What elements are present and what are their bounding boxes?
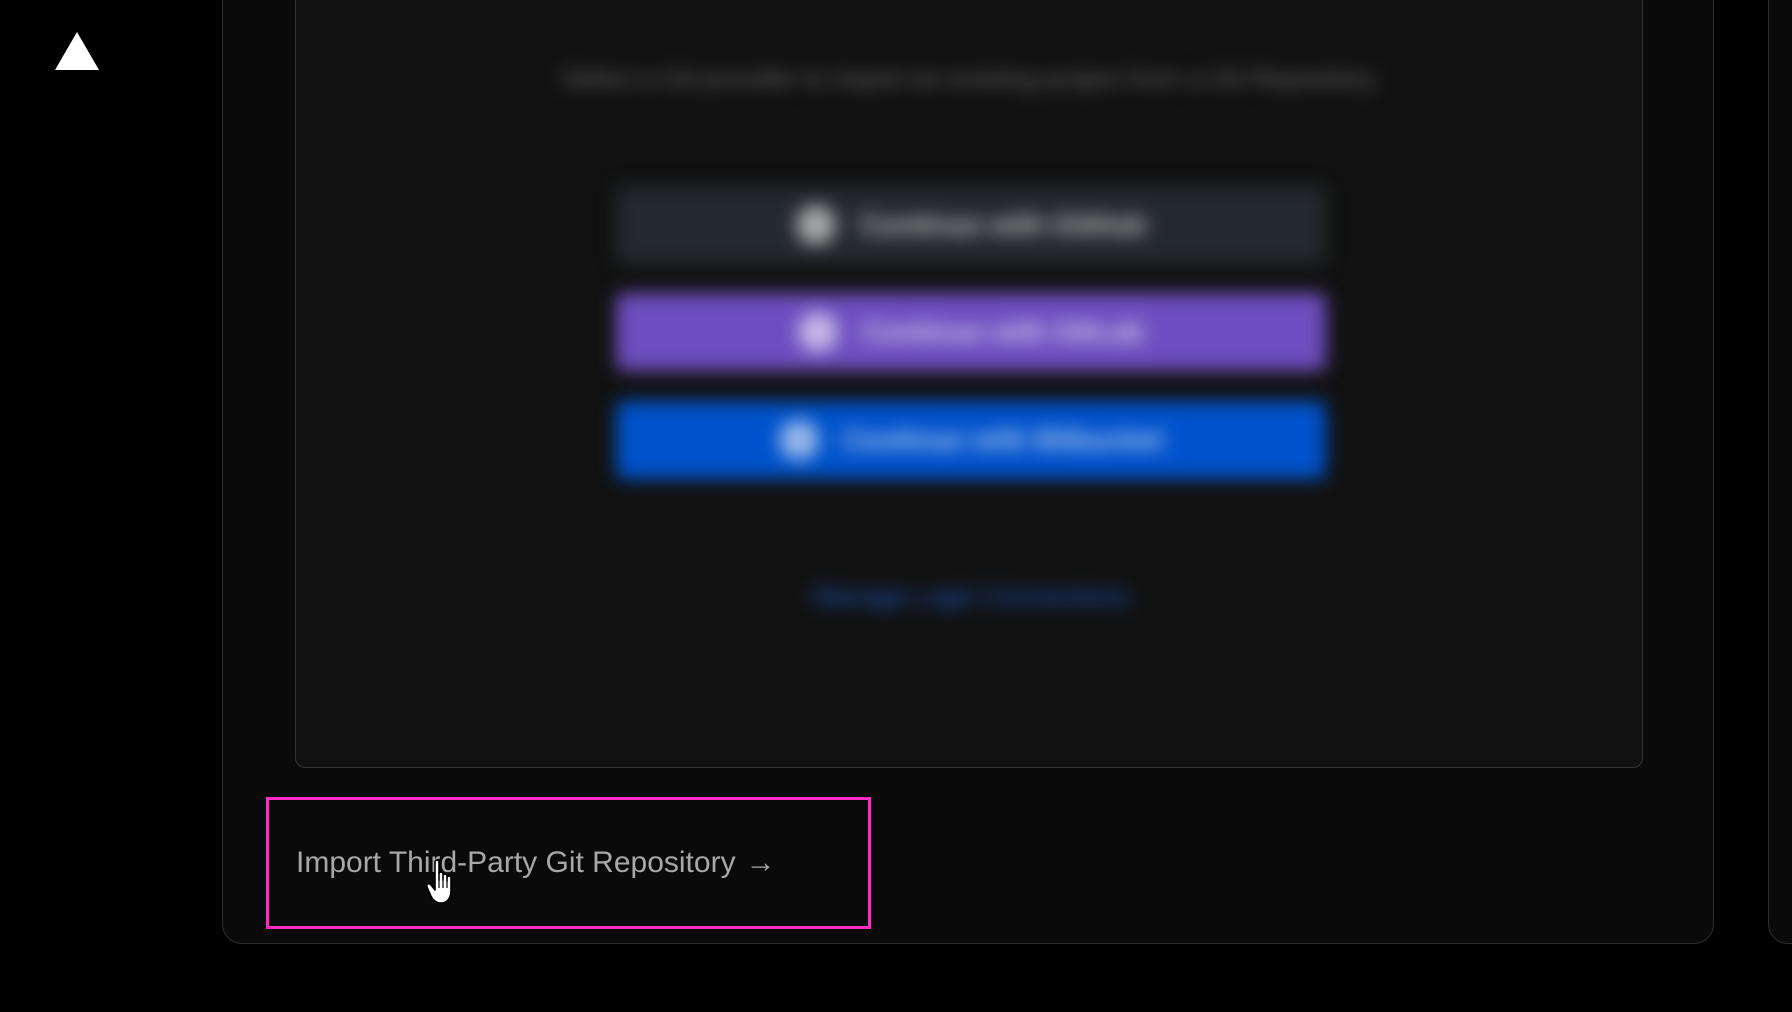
github-button-label: Continue with GitHub <box>859 209 1147 240</box>
vercel-logo-icon[interactable] <box>55 32 99 70</box>
bitbucket-button-label: Continue with Bitbucket <box>842 424 1164 455</box>
gitlab-icon <box>798 312 839 352</box>
adjacent-card <box>1768 0 1792 944</box>
git-provider-panel: Select a Git provider to import an exist… <box>295 0 1643 768</box>
continue-with-github-button[interactable]: Continue with GitHub <box>616 186 1326 264</box>
import-third-party-git-repository-link[interactable]: Import Third-Party Git Repository → <box>266 797 871 929</box>
gitlab-button-label: Continue with GitLab <box>862 316 1144 347</box>
panel-description: Select a Git provider to import an exist… <box>561 63 1381 93</box>
manage-login-connections-link[interactable]: Manage Login Connections <box>671 581 1271 612</box>
bitbucket-icon <box>778 420 819 460</box>
continue-with-bitbucket-button[interactable]: Continue with Bitbucket <box>616 401 1326 479</box>
github-icon <box>795 205 836 245</box>
page: Select a Git provider to import an exist… <box>0 0 1792 1012</box>
blurred-content: Select a Git provider to import an exist… <box>296 0 1642 767</box>
arrow-right-icon: → <box>745 846 776 879</box>
continue-with-gitlab-button[interactable]: Continue with GitLab <box>616 293 1326 371</box>
import-link-label: Import Third-Party Git Repository <box>296 846 736 879</box>
